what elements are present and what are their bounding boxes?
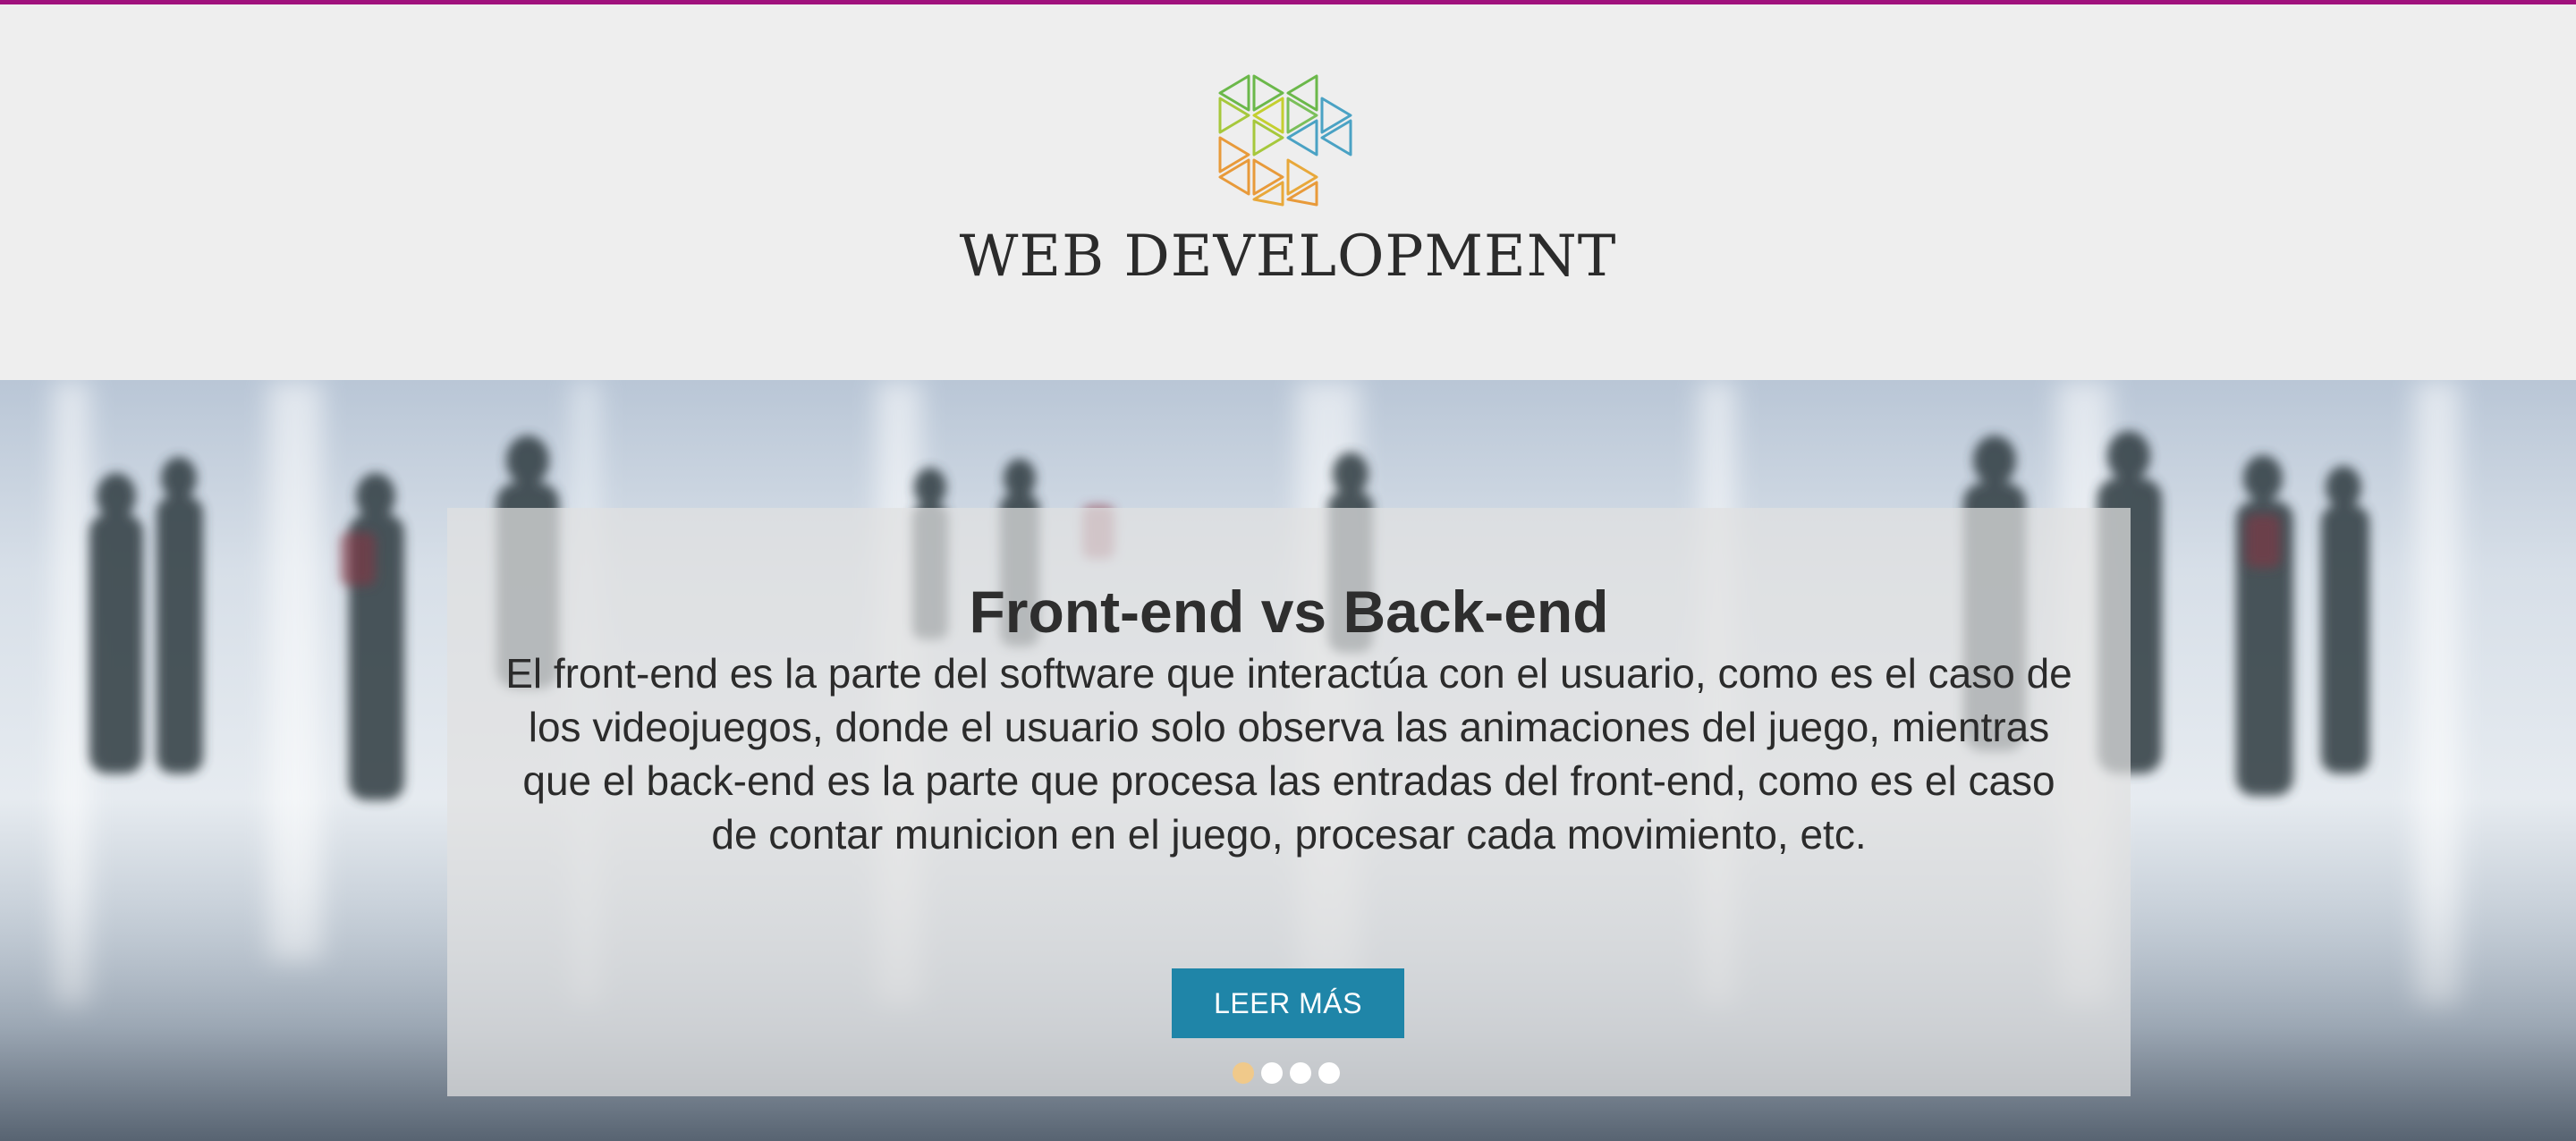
slider-dot-2[interactable]	[1261, 1062, 1283, 1084]
site-header: WEB DEVELOPMENT	[0, 4, 2576, 380]
hero-banner: Front-end vs Back-end El front-end es la…	[0, 380, 2576, 1141]
slider-pagination	[1233, 1062, 1340, 1084]
site-title: WEB DEVELOPMENT	[959, 224, 1617, 290]
slider-dot-4[interactable]	[1318, 1062, 1340, 1084]
read-more-button[interactable]: LEER MÁS	[1172, 968, 1404, 1038]
hero-heading: Front-end vs Back-end	[969, 579, 1609, 645]
logo-icon	[1218, 74, 1352, 207]
hero-description: El front-end es la parte del software qu…	[505, 650, 2072, 858]
slider-dot-3[interactable]	[1290, 1062, 1311, 1084]
hero-card: Front-end vs Back-end El front-end es la…	[447, 508, 2131, 1096]
slider-dot-1[interactable]	[1233, 1062, 1254, 1084]
